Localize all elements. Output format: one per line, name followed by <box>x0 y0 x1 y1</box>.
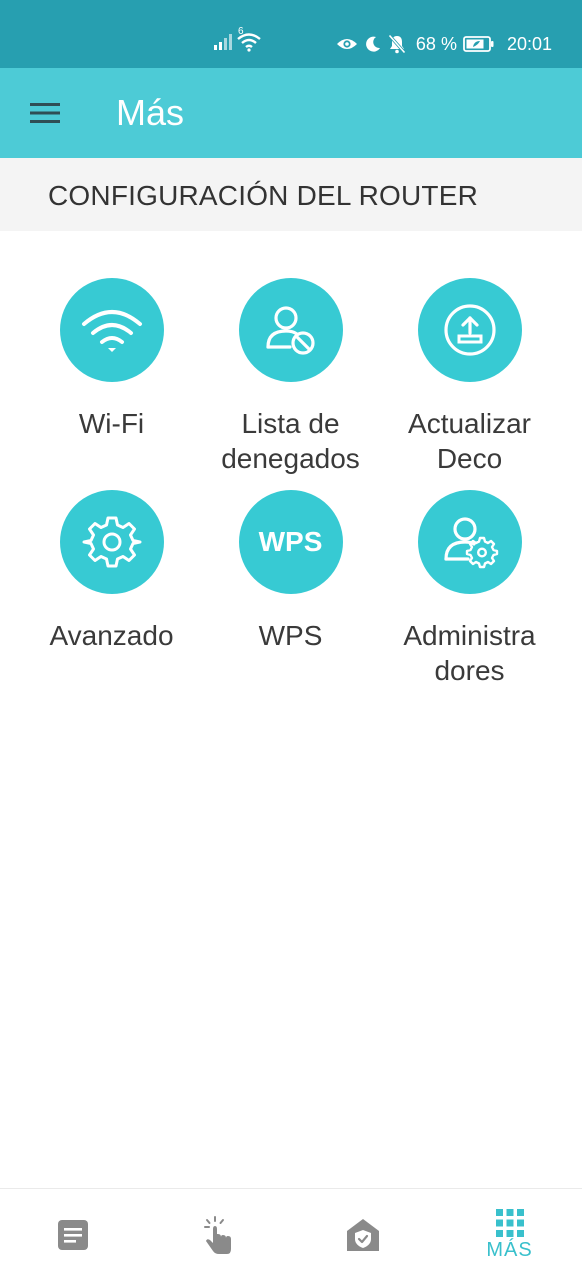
section-title: CONFIGURACIÓN DEL ROUTER <box>48 180 479 211</box>
section-header: CONFIGURACIÓN DEL ROUTER <box>0 158 582 231</box>
blocked-list-tile-circle <box>238 278 343 382</box>
overview-icon <box>57 1220 88 1250</box>
wifi-tile-circle <box>59 278 164 382</box>
eye-icon <box>336 39 357 49</box>
router-settings-grid: Wi-Fi Lista de denegados Actualizar Deco <box>22 278 560 702</box>
clock: 20:01 <box>506 33 552 54</box>
update-deco-tile-label: Actualizar Deco <box>408 408 531 474</box>
cellular-signal-icon <box>214 34 232 50</box>
wps-icon: WPS <box>258 526 323 557</box>
advanced-tile-label: Avanzado <box>49 620 174 651</box>
status-right-group: 68 % 20:01 <box>336 30 552 58</box>
bell-off-icon <box>388 34 406 54</box>
administrators-tile[interactable]: Administra dores <box>380 490 559 702</box>
blocked-list-tile[interactable]: Lista de denegados <box>201 278 380 490</box>
wps-tile[interactable]: WPS WPS <box>201 490 380 702</box>
wps-tile-circle: WPS <box>238 490 343 594</box>
advanced-tile-circle <box>59 490 164 594</box>
wps-tile-label: WPS <box>258 620 323 651</box>
nav-label-more: MÁS <box>486 1238 533 1261</box>
bottom-nav: MÁS <box>0 1188 582 1281</box>
menu-button[interactable] <box>22 93 68 133</box>
moon-icon <box>366 36 380 52</box>
wifi-tile-label: Wi-Fi <box>78 408 145 439</box>
gear-icon <box>82 516 141 568</box>
wifi-tile[interactable]: Wi-Fi <box>22 278 201 490</box>
wifi-status-icon: 6 <box>236 26 264 57</box>
blocked-list-tile-label: Lista de denegados <box>221 408 360 474</box>
network-badge: 6 <box>238 26 244 37</box>
battery-icon <box>463 36 494 52</box>
admin-user-gear-icon <box>443 517 498 569</box>
grid-icon <box>495 1208 524 1237</box>
nav-item-security[interactable] <box>290 1189 435 1281</box>
administrators-tile-label: Administra dores <box>403 620 536 686</box>
upload-icon <box>443 304 496 356</box>
wifi-icon <box>81 310 142 352</box>
nav-item-quick-actions[interactable] <box>145 1189 290 1281</box>
nav-item-more[interactable]: MÁS <box>437 1189 582 1281</box>
administrators-tile-circle <box>417 490 522 594</box>
blocked-user-icon <box>265 306 315 355</box>
update-deco-tile-circle <box>417 278 522 382</box>
hand-tap-icon <box>203 1216 231 1254</box>
page-title: Más <box>116 92 185 133</box>
nav-item-overview[interactable] <box>0 1189 145 1281</box>
app-bar: Más <box>0 68 582 158</box>
battery-percent: 68 % <box>415 33 457 54</box>
status-bar: 6 68 % 20:01 <box>0 0 582 68</box>
advanced-tile[interactable]: Avanzado <box>22 490 201 702</box>
update-deco-tile[interactable]: Actualizar Deco <box>380 278 559 490</box>
hamburger-menu-icon <box>30 103 60 123</box>
home-shield-icon <box>346 1219 379 1251</box>
